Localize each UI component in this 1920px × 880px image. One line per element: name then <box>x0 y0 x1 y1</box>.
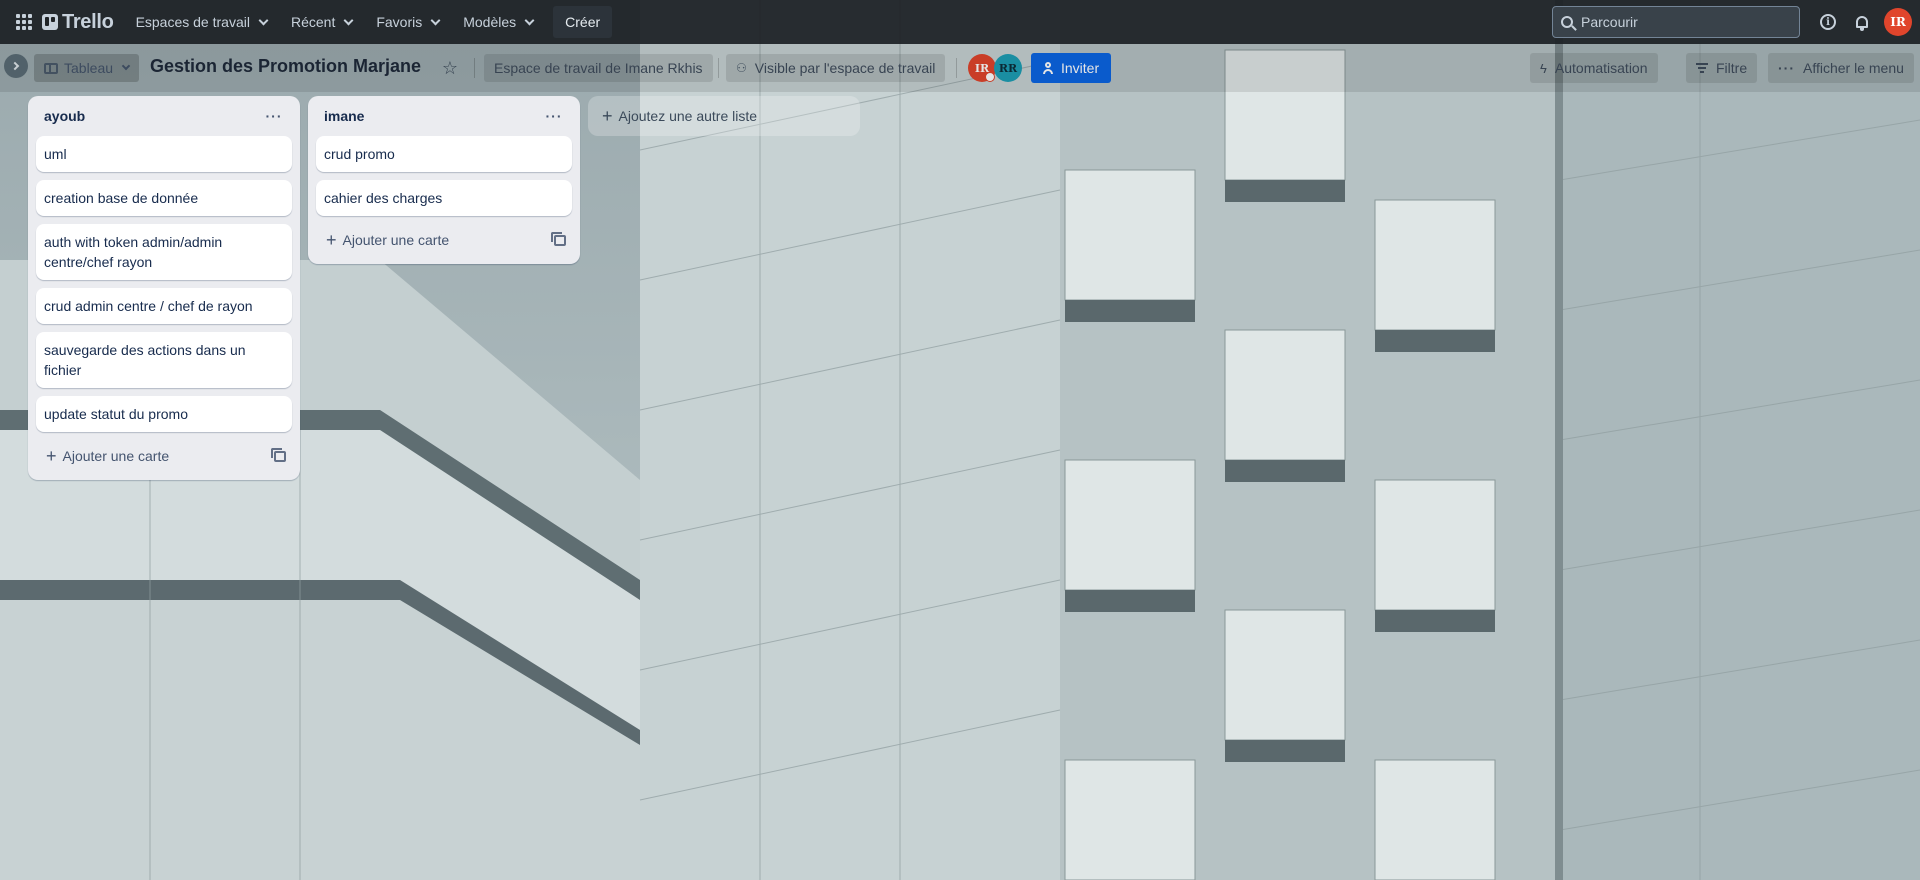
list-imane[interactable]: imane ··· crud promo cahier des charges … <box>308 96 580 264</box>
list-menu-icon[interactable]: ··· <box>260 102 288 130</box>
add-list-label: Ajoutez une autre liste <box>618 108 758 124</box>
nav-recent[interactable]: Récent <box>281 6 362 38</box>
chevron-down-icon <box>524 15 535 25</box>
search-icon <box>1561 16 1573 28</box>
nav-workspaces[interactable]: Espaces de travail <box>126 6 277 38</box>
trello-logo-icon <box>42 14 58 30</box>
nav-templates-label: Modèles <box>463 14 517 30</box>
nav-starred[interactable]: Favoris <box>366 6 449 38</box>
add-card-label: Ajouter une carte <box>342 232 450 248</box>
chevron-down-icon <box>430 15 441 25</box>
nav-templates[interactable]: Modèles <box>453 6 543 38</box>
add-card-button[interactable]: + Ajouter une carte <box>316 224 572 256</box>
list-title[interactable]: ayoub <box>44 108 85 124</box>
chevron-down-icon <box>343 15 354 25</box>
plus-icon: + <box>326 229 337 250</box>
create-button[interactable]: Créer <box>553 6 613 38</box>
bell-icon <box>1856 16 1868 31</box>
list-menu-icon[interactable]: ··· <box>540 102 568 130</box>
card[interactable]: cahier des charges <box>316 180 572 216</box>
logo-text: Trello <box>62 10 114 33</box>
info-button[interactable]: i <box>1812 6 1844 38</box>
nav-recent-label: Récent <box>290 14 336 30</box>
board-header <box>0 44 1920 92</box>
card[interactable]: creation base de donnée <box>36 180 292 216</box>
card[interactable]: crud admin centre / chef de rayon <box>36 288 292 324</box>
search-input[interactable]: Parcourir <box>1552 6 1800 38</box>
template-icon[interactable] <box>551 231 566 246</box>
account-avatar[interactable]: IR <box>1884 8 1912 36</box>
chevron-down-icon <box>258 15 269 25</box>
add-card-button[interactable]: + Ajouter une carte <box>36 440 292 472</box>
card[interactable]: uml <box>36 136 292 172</box>
card[interactable]: sauvegarde des actions dans un fichier <box>36 332 292 388</box>
plus-icon: + <box>46 445 57 466</box>
list-ayoub[interactable]: ayoub ··· uml creation base de donnée au… <box>28 96 300 480</box>
nav-workspaces-label: Espaces de travail <box>135 14 250 30</box>
nav-starred-label: Favoris <box>376 14 423 30</box>
add-list-button[interactable]: + Ajoutez une autre liste <box>588 96 860 136</box>
template-icon[interactable] <box>271 447 286 462</box>
top-navigation: Trello Espaces de travail Récent Favoris… <box>0 0 1920 44</box>
info-icon: i <box>1820 14 1836 30</box>
list-header: imane ··· <box>316 96 572 136</box>
app-switcher-icon[interactable] <box>10 8 38 36</box>
card[interactable]: crud promo <box>316 136 572 172</box>
add-card-label: Ajouter une carte <box>62 448 170 464</box>
card[interactable]: auth with token admin/admin centre/chef … <box>36 224 292 280</box>
trello-logo[interactable]: Trello <box>42 11 114 34</box>
search-placeholder: Parcourir <box>1581 14 1638 30</box>
notifications-button[interactable] <box>1846 6 1878 38</box>
plus-icon: + <box>602 105 613 126</box>
card[interactable]: update statut du promo <box>36 396 292 432</box>
list-header: ayoub ··· <box>36 96 292 136</box>
list-title[interactable]: imane <box>324 108 364 124</box>
